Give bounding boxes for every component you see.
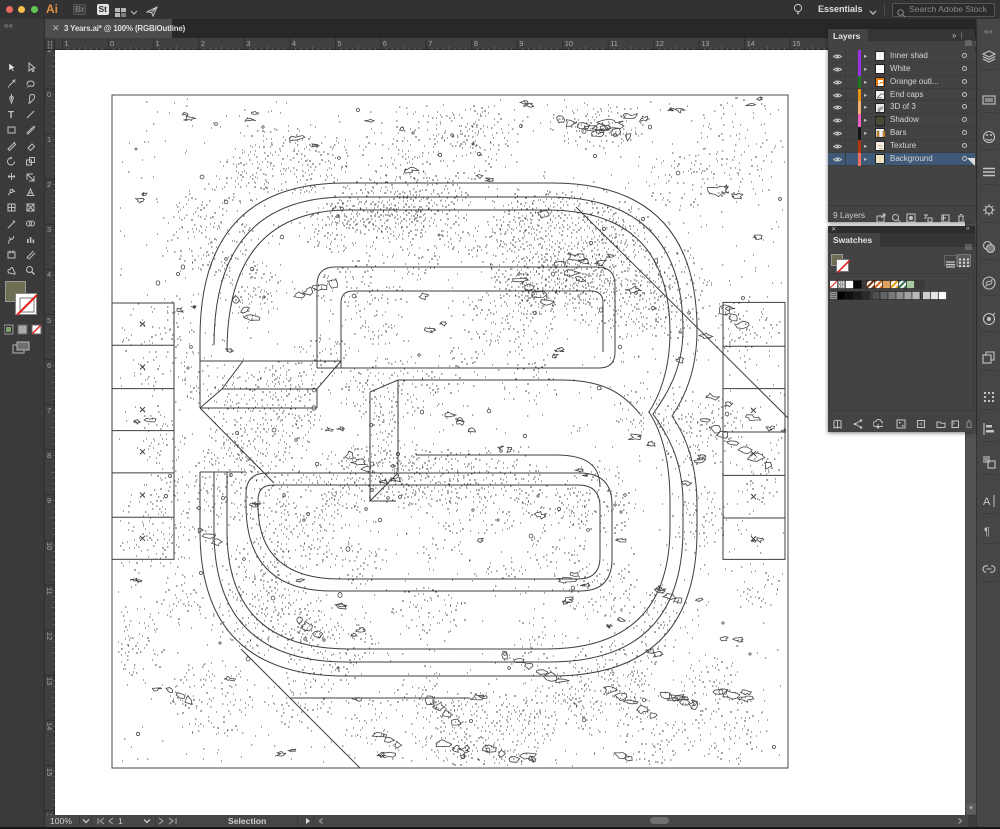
svg-text:T: T: [8, 110, 14, 120]
svg-text:A: A: [983, 496, 991, 508]
svg-text:¶: ¶: [984, 526, 990, 538]
